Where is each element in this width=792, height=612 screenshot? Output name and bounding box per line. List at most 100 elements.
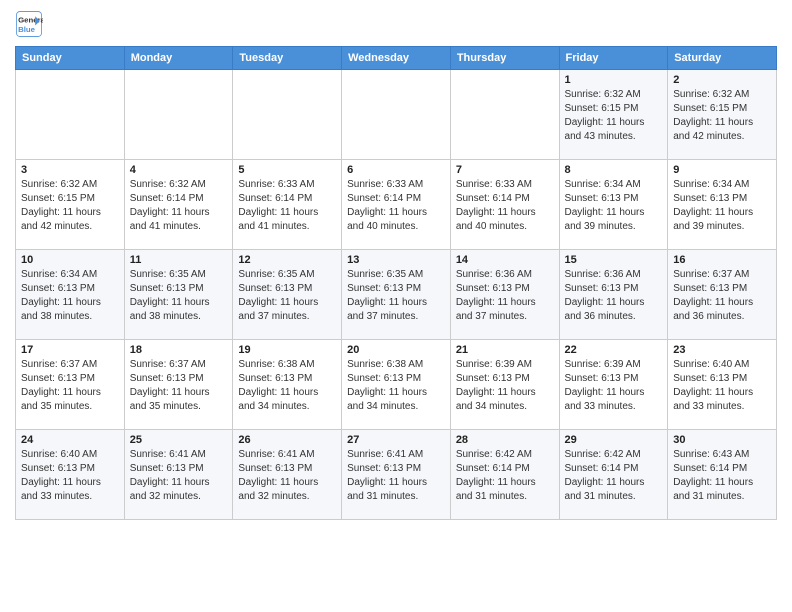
- day-number: 21: [456, 344, 554, 356]
- day-number: 30: [673, 434, 771, 446]
- calendar-cell: 1 Sunrise: 6:32 AM Sunset: 6:15 PM Daylig…: [559, 70, 668, 160]
- day-info: Sunrise: 6:42 AM Sunset: 6:14 PM Dayligh…: [456, 448, 554, 504]
- calendar-cell: 26Sunrise: 6:41 AM Sunset: 6:13 PM Dayli…: [233, 430, 342, 520]
- day-number: 7: [456, 164, 554, 176]
- calendar-body: 1 Sunrise: 6:32 AM Sunset: 6:15 PM Daylig…: [16, 70, 777, 520]
- day-info: Sunrise: 6:40 AM Sunset: 6:13 PM Dayligh…: [21, 448, 119, 504]
- day-number: 17: [21, 344, 119, 356]
- calendar-cell: [450, 70, 559, 160]
- day-info: Sunrise: 6:35 AM Sunset: 6:13 PM Dayligh…: [347, 268, 445, 324]
- day-number: 1: [565, 74, 663, 86]
- day-info: Sunrise: 6:33 AM Sunset: 6:14 PM Dayligh…: [347, 178, 445, 234]
- calendar-cell: 2 Sunrise: 6:32 AM Sunset: 6:15 PM Daylig…: [668, 70, 777, 160]
- day-number: 2: [673, 74, 771, 86]
- day-number: 23: [673, 344, 771, 356]
- calendar-cell: 30 Sunrise: 6:43 AM Sunset: 6:14 PM Dayli…: [668, 430, 777, 520]
- weekday-header-wednesday: Wednesday: [342, 47, 451, 70]
- calendar-cell: 13 Sunrise: 6:35 AM Sunset: 6:13 PM Dayli…: [342, 250, 451, 340]
- day-info: Sunrise: 6:32 AM Sunset: 6:15 PM Dayligh…: [673, 88, 771, 144]
- day-number: 9: [673, 164, 771, 176]
- day-info: Sunrise: 6:37 AM Sunset: 6:13 PM Dayligh…: [21, 358, 119, 414]
- calendar-cell: 10Sunrise: 6:34 AM Sunset: 6:13 PM Dayli…: [16, 250, 125, 340]
- weekday-header-monday: Monday: [124, 47, 233, 70]
- day-number: 16: [673, 254, 771, 266]
- day-number: 4: [130, 164, 228, 176]
- calendar-cell: 21 Sunrise: 6:39 AM Sunset: 6:13 PM Dayli…: [450, 340, 559, 430]
- day-info: Sunrise: 6:42 AM Sunset: 6:14 PM Dayligh…: [565, 448, 663, 504]
- day-number: 11: [130, 254, 228, 266]
- day-number: 25: [130, 434, 228, 446]
- day-info: Sunrise: 6:33 AM Sunset: 6:14 PM Dayligh…: [238, 178, 336, 234]
- day-info: Sunrise: 6:32 AM Sunset: 6:15 PM Dayligh…: [565, 88, 663, 144]
- day-number: 12: [238, 254, 336, 266]
- calendar-cell: 11 Sunrise: 6:35 AM Sunset: 6:13 PM Dayli…: [124, 250, 233, 340]
- day-info: Sunrise: 6:32 AM Sunset: 6:14 PM Dayligh…: [130, 178, 228, 234]
- day-number: 19: [238, 344, 336, 356]
- day-info: Sunrise: 6:36 AM Sunset: 6:13 PM Dayligh…: [565, 268, 663, 324]
- calendar-week-3: 10Sunrise: 6:34 AM Sunset: 6:13 PM Dayli…: [16, 250, 777, 340]
- day-number: 13: [347, 254, 445, 266]
- calendar-cell: [16, 70, 125, 160]
- calendar-week-2: 3Sunrise: 6:32 AM Sunset: 6:15 PM Daylig…: [16, 160, 777, 250]
- calendar-cell: 9 Sunrise: 6:34 AM Sunset: 6:13 PM Daylig…: [668, 160, 777, 250]
- weekday-header-thursday: Thursday: [450, 47, 559, 70]
- day-info: Sunrise: 6:34 AM Sunset: 6:13 PM Dayligh…: [21, 268, 119, 324]
- logo-icon: General Blue: [15, 10, 43, 38]
- day-info: Sunrise: 6:41 AM Sunset: 6:13 PM Dayligh…: [238, 448, 336, 504]
- day-info: Sunrise: 6:39 AM Sunset: 6:13 PM Dayligh…: [565, 358, 663, 414]
- day-info: Sunrise: 6:35 AM Sunset: 6:13 PM Dayligh…: [238, 268, 336, 324]
- weekday-row: SundayMondayTuesdayWednesdayThursdayFrid…: [16, 47, 777, 70]
- calendar-cell: [233, 70, 342, 160]
- weekday-header-tuesday: Tuesday: [233, 47, 342, 70]
- day-info: Sunrise: 6:36 AM Sunset: 6:13 PM Dayligh…: [456, 268, 554, 324]
- day-number: 20: [347, 344, 445, 356]
- header: General Blue: [15, 10, 777, 38]
- calendar-cell: 3Sunrise: 6:32 AM Sunset: 6:15 PM Daylig…: [16, 160, 125, 250]
- calendar-cell: 5 Sunrise: 6:33 AM Sunset: 6:14 PM Daylig…: [233, 160, 342, 250]
- day-info: Sunrise: 6:39 AM Sunset: 6:13 PM Dayligh…: [456, 358, 554, 414]
- svg-text:General: General: [18, 15, 43, 24]
- calendar-cell: 27Sunrise: 6:41 AM Sunset: 6:13 PM Dayli…: [342, 430, 451, 520]
- day-number: 22: [565, 344, 663, 356]
- day-info: Sunrise: 6:34 AM Sunset: 6:13 PM Dayligh…: [673, 178, 771, 234]
- calendar-cell: 17 Sunrise: 6:37 AM Sunset: 6:13 PM Dayli…: [16, 340, 125, 430]
- calendar-cell: 7Sunrise: 6:33 AM Sunset: 6:14 PM Daylig…: [450, 160, 559, 250]
- page: General Blue SundayMondayTuesdayWednesda…: [0, 0, 792, 612]
- calendar-cell: 16 Sunrise: 6:37 AM Sunset: 6:13 PM Dayli…: [668, 250, 777, 340]
- day-number: 27: [347, 434, 445, 446]
- day-number: 3: [21, 164, 119, 176]
- calendar-cell: 23Sunrise: 6:40 AM Sunset: 6:13 PM Dayli…: [668, 340, 777, 430]
- day-number: 14: [456, 254, 554, 266]
- weekday-header-friday: Friday: [559, 47, 668, 70]
- calendar-week-1: 1 Sunrise: 6:32 AM Sunset: 6:15 PM Daylig…: [16, 70, 777, 160]
- day-info: Sunrise: 6:38 AM Sunset: 6:13 PM Dayligh…: [238, 358, 336, 414]
- day-info: Sunrise: 6:41 AM Sunset: 6:13 PM Dayligh…: [130, 448, 228, 504]
- logo: General Blue: [15, 10, 47, 38]
- day-info: Sunrise: 6:35 AM Sunset: 6:13 PM Dayligh…: [130, 268, 228, 324]
- calendar-week-4: 17 Sunrise: 6:37 AM Sunset: 6:13 PM Dayli…: [16, 340, 777, 430]
- day-info: Sunrise: 6:37 AM Sunset: 6:13 PM Dayligh…: [673, 268, 771, 324]
- day-number: 15: [565, 254, 663, 266]
- calendar-cell: 18Sunrise: 6:37 AM Sunset: 6:13 PM Dayli…: [124, 340, 233, 430]
- calendar-cell: 4 Sunrise: 6:32 AM Sunset: 6:14 PM Daylig…: [124, 160, 233, 250]
- svg-text:Blue: Blue: [18, 25, 36, 34]
- day-number: 28: [456, 434, 554, 446]
- calendar-cell: 29Sunrise: 6:42 AM Sunset: 6:14 PM Dayli…: [559, 430, 668, 520]
- day-number: 5: [238, 164, 336, 176]
- calendar-cell: 24Sunrise: 6:40 AM Sunset: 6:13 PM Dayli…: [16, 430, 125, 520]
- calendar-cell: 14 Sunrise: 6:36 AM Sunset: 6:13 PM Dayli…: [450, 250, 559, 340]
- day-number: 18: [130, 344, 228, 356]
- calendar-cell: 20 Sunrise: 6:38 AM Sunset: 6:13 PM Dayli…: [342, 340, 451, 430]
- calendar-cell: 22 Sunrise: 6:39 AM Sunset: 6:13 PM Dayli…: [559, 340, 668, 430]
- weekday-header-saturday: Saturday: [668, 47, 777, 70]
- calendar-cell: [342, 70, 451, 160]
- calendar-cell: 25 Sunrise: 6:41 AM Sunset: 6:13 PM Dayli…: [124, 430, 233, 520]
- day-info: Sunrise: 6:38 AM Sunset: 6:13 PM Dayligh…: [347, 358, 445, 414]
- weekday-header-sunday: Sunday: [16, 47, 125, 70]
- calendar-cell: [124, 70, 233, 160]
- day-info: Sunrise: 6:43 AM Sunset: 6:14 PM Dayligh…: [673, 448, 771, 504]
- calendar-week-5: 24Sunrise: 6:40 AM Sunset: 6:13 PM Dayli…: [16, 430, 777, 520]
- day-info: Sunrise: 6:34 AM Sunset: 6:13 PM Dayligh…: [565, 178, 663, 234]
- calendar-table: SundayMondayTuesdayWednesdayThursdayFrid…: [15, 46, 777, 520]
- calendar-header: SundayMondayTuesdayWednesdayThursdayFrid…: [16, 47, 777, 70]
